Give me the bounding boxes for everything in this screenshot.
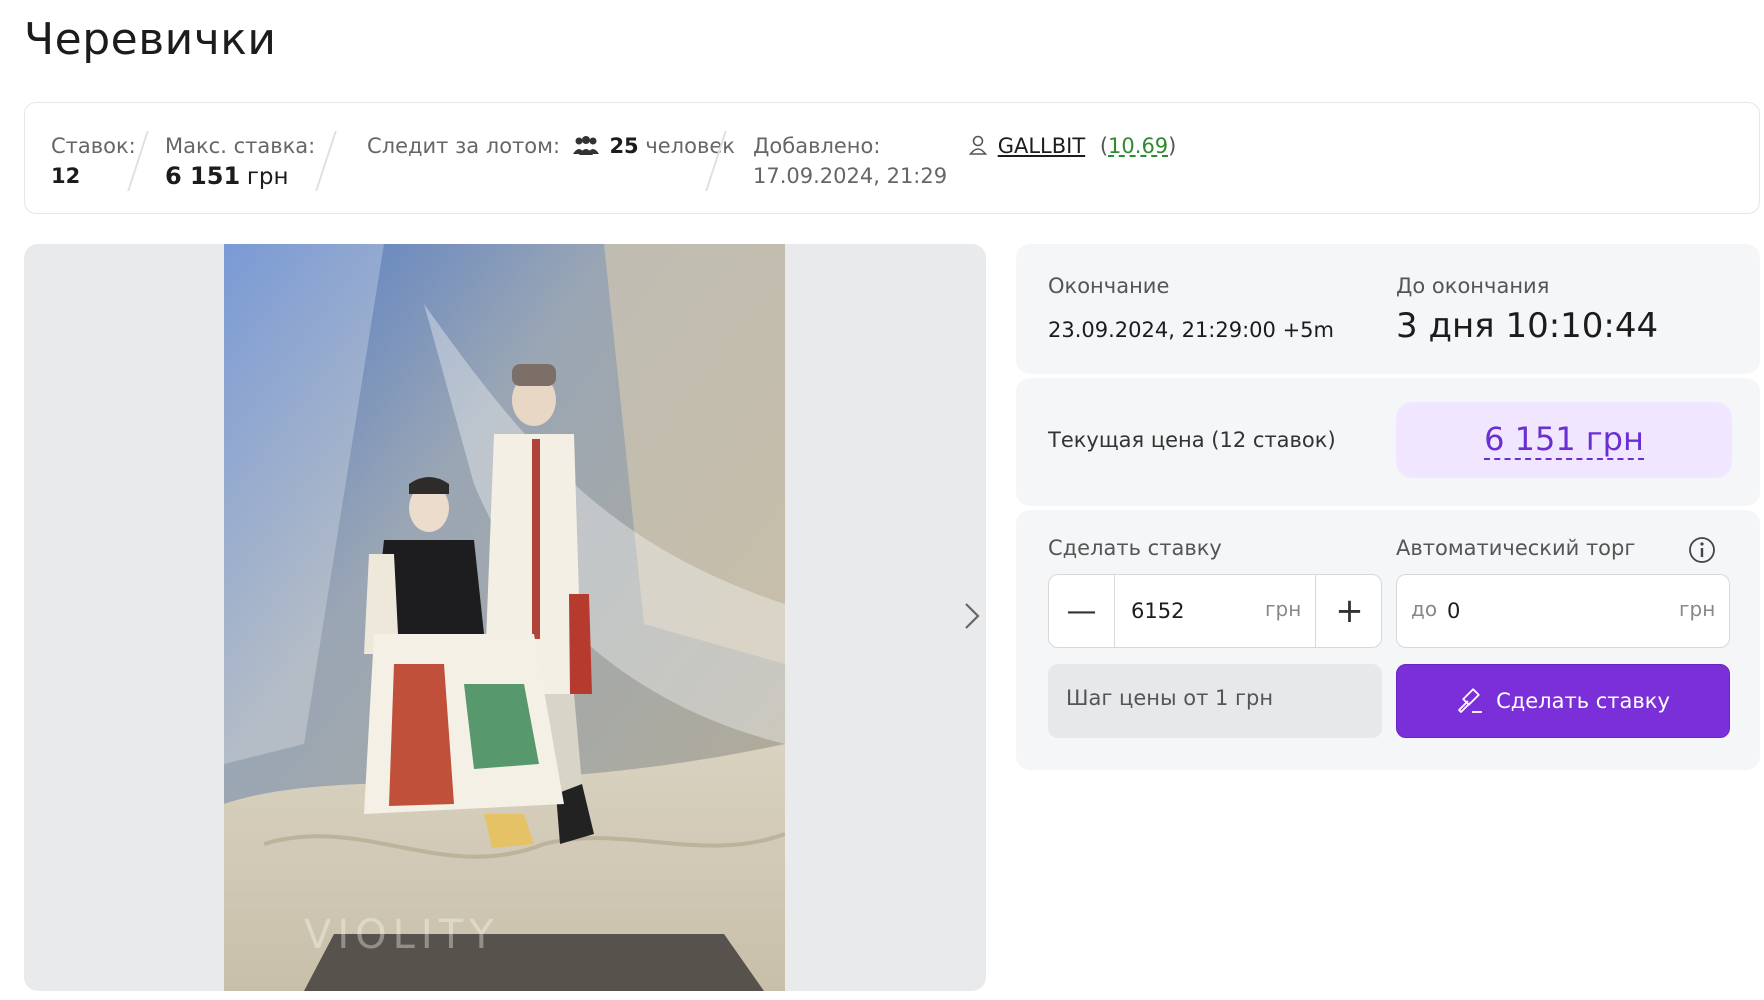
max-bid-unit: грн	[246, 164, 289, 190]
current-price-box: 6 151 грн	[1396, 402, 1732, 478]
page-title: Черевички	[24, 14, 277, 65]
bids-count-label: Ставок:	[51, 134, 136, 158]
added-stat: Добавлено: 17.09.2024, 21:29	[753, 131, 947, 191]
remaining-label: До окончания	[1396, 274, 1550, 298]
make-bid-label: Сделать ставку	[1048, 536, 1222, 560]
increase-bid-button[interactable]: +	[1315, 575, 1381, 647]
bid-stepper: — грн +	[1048, 574, 1382, 648]
auto-bid-field: до грн	[1396, 574, 1730, 648]
photo-gallery[interactable]: VIOLITY	[24, 244, 986, 991]
seller-rating-link[interactable]: 10.69	[1108, 134, 1168, 158]
countdown-timer: 3 дня 10:10:44	[1396, 306, 1659, 346]
watchers-count: 25	[609, 134, 639, 158]
user-icon	[968, 135, 988, 155]
chevron-right-icon	[965, 603, 980, 629]
auto-bid-label: Автоматический торг	[1396, 536, 1636, 560]
auction-end-panel: Окончание 23.09.2024, 21:29:00 +5m До ок…	[1016, 244, 1760, 374]
auto-bid-input[interactable]	[1443, 575, 1643, 647]
watchers-stat: Следит за лотом: 25 человек	[367, 131, 735, 161]
lot-stats-bar: Ставок: 12 Макс. ставка: 6 151 грн Следи…	[24, 102, 1760, 214]
gavel-icon	[1458, 688, 1483, 713]
max-bid-stat: Макс. ставка: 6 151 грн	[165, 131, 315, 192]
current-price-value[interactable]: 6 151 грн	[1484, 420, 1644, 460]
bids-count-stat: Ставок: 12	[51, 131, 136, 191]
end-label: Окончание	[1048, 274, 1170, 298]
info-icon[interactable]	[1688, 536, 1716, 564]
bid-panel: Сделать ставку Автоматический торг — грн…	[1016, 510, 1760, 770]
watchers-label: Следит за лотом:	[367, 134, 561, 158]
current-price-label: Текущая цена (12 ставок)	[1048, 428, 1336, 452]
max-bid-value: 6 151	[165, 162, 241, 190]
seller-name-link[interactable]: GALLBIT	[998, 134, 1085, 158]
auto-bid-unit: грн	[1679, 597, 1716, 621]
added-label: Добавлено:	[753, 134, 881, 158]
price-step-info: Шаг цены от 1 грн	[1048, 664, 1382, 738]
next-photo-button[interactable]	[952, 596, 986, 636]
figurine-photo	[224, 244, 785, 991]
lot-photo[interactable]	[224, 244, 785, 991]
auto-bid-prefix: до	[1411, 597, 1438, 621]
end-date-value: 23.09.2024, 21:29:00 +5m	[1048, 318, 1334, 342]
decrease-bid-button[interactable]: —	[1049, 575, 1115, 647]
place-bid-button[interactable]: Сделать ставку	[1396, 664, 1730, 738]
added-value: 17.09.2024, 21:29	[753, 164, 948, 188]
bids-count-value: 12	[51, 164, 81, 188]
current-price-panel: Текущая цена (12 ставок) 6 151 грн	[1016, 378, 1760, 506]
watermark-text: VIOLITY	[304, 912, 500, 958]
divider	[315, 131, 337, 191]
max-bid-label: Макс. ставка:	[165, 134, 316, 158]
bid-unit-label: грн	[1265, 597, 1302, 621]
people-icon	[572, 136, 599, 155]
place-bid-label: Сделать ставку	[1496, 689, 1670, 713]
seller-info: GALLBIT (10.69)	[968, 131, 1176, 161]
